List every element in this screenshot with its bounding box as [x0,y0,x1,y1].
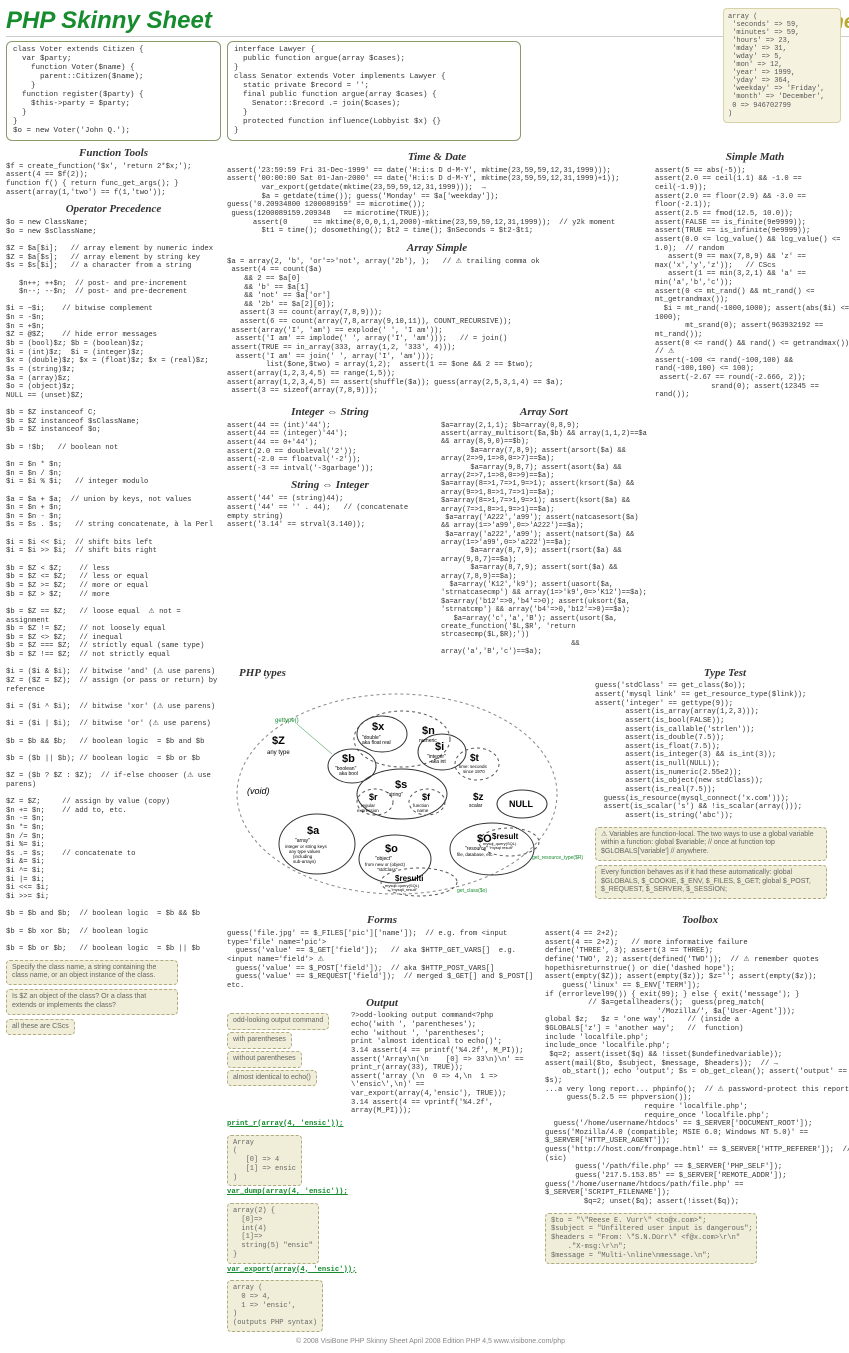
time-date-heading: Time & Date [227,151,647,165]
array-simple-heading: Array Simple [227,242,647,256]
operator-precedence-block: $o = new ClassName; $o = new $sClassName… [6,219,221,953]
svg-text:get_class($o): get_class($o) [457,888,487,894]
svg-text:"mysqli_result": "mysqli_result" [391,887,418,892]
page-title: PHP Skinny Sheet [6,6,770,36]
svg-text:scalar: scalar [469,803,483,809]
svg-text:$s: $s [395,779,407,791]
php-types-heading: PHP types [239,667,587,681]
forms-block: guess('file.jpg' == $_FILES['pic']['name… [227,930,537,990]
classname-note: Specify the class name, a string contain… [6,960,178,986]
svg-text:sub-arrays): sub-arrays) [293,859,316,864]
svg-text:$f: $f [422,792,431,802]
simple-math-heading: Simple Math [655,151,849,165]
cscs-note: all these are CScs [6,1019,75,1036]
svg-text:$z: $z [473,792,484,803]
toolbox-block: assert(4 == 2+2); assert(4 == 2+2); // m… [545,930,849,1207]
svg-text:file, database, etc.: file, database, etc. [457,852,494,857]
svg-text:any type: any type [267,750,290,756]
var-export-title: var_export(array(4, 'ensic')); [227,1266,537,1275]
string-integer-block: assert('44' == (string)44); assert('44' … [227,495,433,530]
print-r-output: Array ( [0] => 4 [1] => ensic ) [227,1135,302,1187]
output-label-1: odd-looking output command [227,1013,329,1030]
svg-text:since 1970: since 1970 [463,769,485,774]
var-export-output: array ( 0 => 4, 1 => 'ensic', ) (outputs… [227,1280,323,1332]
output-heading: Output [227,997,537,1011]
php-types-diagram: (void) $Z any type $x "double" aka float… [227,684,587,904]
svg-text:aka float real: aka float real [362,740,391,746]
svg-text:name: name [417,808,429,813]
output-label-4: almost identical to echo() [227,1070,317,1087]
svg-text:$t: $t [470,753,480,764]
svg-text:aka int: aka int [431,759,446,765]
mail-sample-note: $to = "\"Reese E. Vurr\" <to@x.com>"; $s… [545,1213,757,1265]
var-dump-title: var_dump(array(4, 'ensic')); [227,1188,537,1197]
svg-text:$i: $i [435,741,444,753]
array-sort-heading: Array Sort [441,406,647,420]
autoglobals-note: Every function behaves as if it had thes… [595,865,827,899]
output-label-3: without parentheses [227,1051,302,1068]
svg-text:aka bool: aka bool [339,771,358,777]
array-sort-block: $a=array(2,1,1); $b=array(0,8,9); assert… [441,422,647,657]
function-tools-block: $f = create_function('$x', 'return 2*$x;… [6,163,221,198]
svg-text:$r: $r [369,792,378,802]
svg-text:NULL: NULL [509,799,533,809]
svg-text:gettype(): gettype() [275,718,299,724]
operator-precedence-heading: Operator Precedence [6,203,221,217]
function-tools-heading: Function Tools [6,147,221,161]
getdate-output-box: array ( 'seconds' => 59, 'minutes' => 59… [723,8,841,123]
svg-text:$resulti: $resulti [395,874,423,883]
svg-text:$x: $x [372,721,385,733]
footer: © 2008 VisiBone PHP Skinny Sheet April 2… [6,1338,849,1347]
svg-text:$b: $b [342,753,355,765]
toolbox-heading: Toolbox [545,914,849,928]
output-label-2: with parentheses [227,1032,292,1049]
var-dump-output: array(2) { [0]=> int(4) [1]=> string(5) … [227,1203,319,1264]
integer-string-block: assert(44 == (int)'44'); assert(44 == (i… [227,422,433,474]
array-simple-block: $a = array(2, 'b', 'or'=>'not', array('2… [227,258,647,396]
string-integer-heading: String ⇔ Integer [227,479,433,493]
instanceof-note: Is $Z an object of the class? Or a class… [6,989,178,1015]
svg-text:$o: $o [385,843,398,855]
type-test-heading: Type Test [595,667,849,681]
svg-text:expression: expression [357,808,379,813]
svg-text:"mysql result": "mysql result" [489,845,514,850]
svg-text:$n: $n [422,725,435,737]
svg-text:"stdClass": "stdClass" [377,867,398,872]
interface-lawyer-codebox: interface Lawyer { public function argue… [227,41,521,141]
svg-text:$result: $result [492,832,519,841]
svg-text:(void): (void) [247,786,270,796]
output-block: ?>odd-looking output command<?php echo('… [351,1012,537,1116]
svg-text:$Z: $Z [272,735,285,747]
integer-string-heading: Integer ⇔ String [227,406,433,420]
svg-text:get_resource_type($R): get_resource_type($R) [532,855,583,861]
simple-math-block: assert(5 == abs(-5)); assert(2.0 == ceil… [655,167,849,400]
type-test-block: guess('stdClass' == get_class($o)); asse… [595,682,849,820]
svg-text:$a: $a [307,825,320,837]
time-date-block: assert('23:59:59 Fri 31-Dec-1999' == dat… [227,167,647,236]
globals-note: ⚠ Variables are function-local. The two … [595,827,827,861]
class-voter-codebox: class Voter extends Citizen { var $party… [6,41,221,141]
print-r-title: print_r(array(4, 'ensic')); [227,1120,537,1129]
svg-text:"string": "string" [387,792,403,798]
forms-heading: Forms [227,914,537,928]
